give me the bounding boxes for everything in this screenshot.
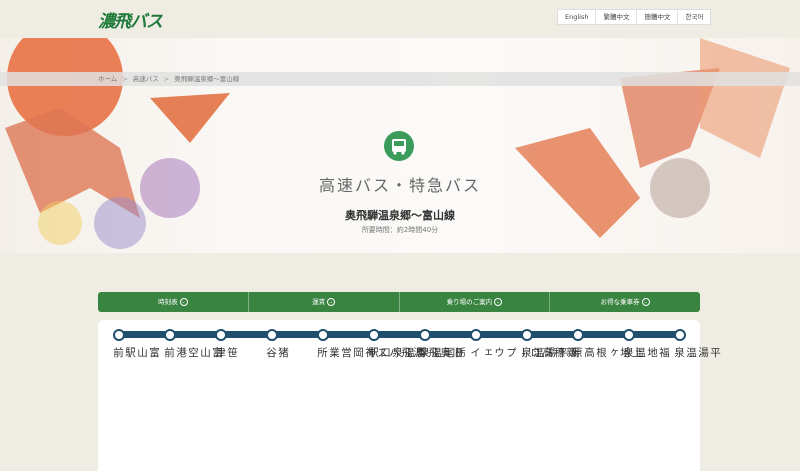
stop-dot: [317, 329, 329, 341]
tab-discount-tickets-label: お得な乗車券: [600, 298, 640, 306]
lang-simplified-chinese[interactable]: 簡體中文: [637, 10, 679, 24]
bus-icon: [384, 131, 414, 161]
lang-korean[interactable]: 한국어: [678, 10, 710, 24]
tab-timetable-label: 時刻表: [158, 298, 178, 306]
breadcrumb: ホーム > 高速バス > 奥飛騨温泉郷〜富山線: [0, 72, 800, 86]
stop-name: 栃尾温泉: [418, 347, 466, 359]
language-switcher: English 繁體中文 簡體中文 한국어: [557, 9, 712, 25]
stop-dot: [164, 329, 176, 341]
stop-name: 富山駅前: [112, 347, 160, 359]
stop-dot: [623, 329, 635, 341]
route-line: [118, 331, 682, 338]
stop-dot: [368, 329, 380, 341]
page-title: 高速バス・特急バス: [318, 176, 481, 195]
tab-boarding-guide[interactable]: 乗り場のご案内 ⌄: [400, 292, 551, 312]
tab-discount-tickets[interactable]: お得な乗車券 ⌄: [550, 292, 700, 312]
chevron-down-icon: ⌄: [494, 298, 503, 306]
tab-fare[interactable]: 運賃 ⌄: [249, 292, 400, 312]
stop-dot: [521, 329, 533, 341]
breadcrumb-highway-bus[interactable]: 高速バス: [133, 75, 159, 83]
stop-name: 猪谷: [265, 347, 289, 359]
tab-fare-label: 運賃: [312, 298, 326, 306]
chevron-down-icon: ⌄: [179, 298, 188, 306]
breadcrumb-current: 奥飛騨温泉郷〜富山線: [174, 75, 240, 83]
stop-name: 笹津: [214, 347, 238, 359]
hero-banner: ホーム > 高速バス > 奥飛騨温泉郷〜富山線 高速バス・特急バス 奥飛騨温泉郷〜富山線…: [0, 38, 800, 253]
stop-dot: [266, 329, 278, 341]
stop-dot: [113, 329, 125, 341]
route-map-panel: [98, 320, 700, 471]
tab-boarding-guide-label: 乗り場のご案内: [446, 298, 493, 306]
lang-traditional-chinese[interactable]: 繁體中文: [596, 10, 638, 24]
tab-timetable[interactable]: 時刻表 ⌄: [98, 292, 249, 312]
chevron-down-icon: ⌄: [641, 298, 650, 306]
stop-dot: [470, 329, 482, 341]
travel-duration: 所要時間：約2時間40分: [361, 226, 439, 234]
site-logo[interactable]: 濃飛バス: [98, 7, 163, 32]
stop-dot: [674, 329, 686, 341]
route-tabs: 時刻表 ⌄ 運賃 ⌄ 乗り場のご案内 ⌄ お得な乗車券 ⌄: [98, 292, 700, 312]
stop-name: 平湯温泉: [673, 347, 721, 359]
route-name: 奥飛騨温泉郷〜富山線: [345, 209, 455, 222]
stop-dot: [572, 329, 584, 341]
lang-english[interactable]: English: [558, 10, 597, 24]
stop-dot: [419, 329, 431, 341]
chevron-down-icon: ⌄: [327, 298, 336, 306]
stop-dot: [215, 329, 227, 341]
breadcrumb-home[interactable]: ホーム: [98, 75, 117, 83]
stop-name: 福地温泉: [622, 347, 670, 359]
header: 濃飛バス English 繁體中文 簡體中文 한국어: [0, 0, 800, 38]
